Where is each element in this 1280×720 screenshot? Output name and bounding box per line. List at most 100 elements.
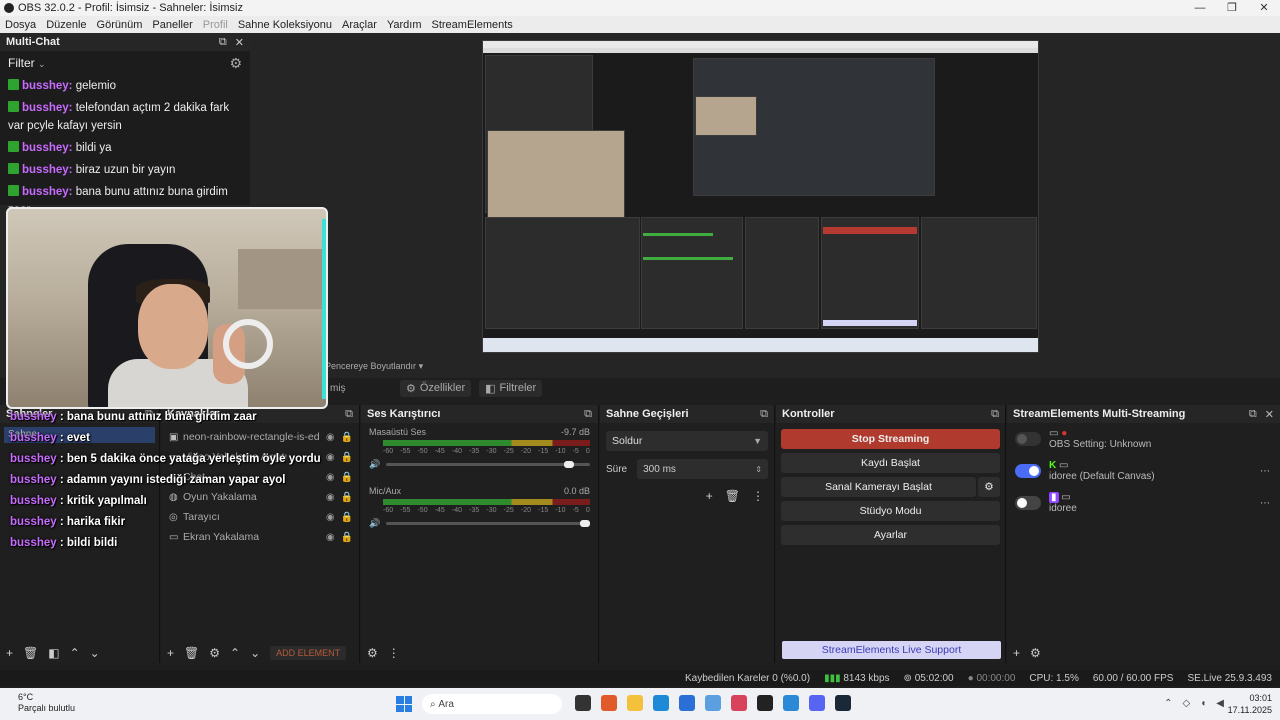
add-element-button[interactable]: ADD ELEMENT — [270, 646, 347, 660]
output-toggle[interactable] — [1015, 496, 1041, 510]
filter-dropdown[interactable]: Filter ⌄ — [8, 56, 46, 70]
transition-select[interactable]: Soldur ▼ — [606, 431, 768, 451]
lock-icon[interactable]: 🔒 — [341, 532, 353, 543]
move-down-icon[interactable]: ⌄ — [90, 646, 100, 660]
preview-canvas[interactable] — [482, 40, 1039, 353]
add-icon[interactable]: + — [6, 646, 13, 660]
more-icon[interactable]: ⋯ — [1260, 466, 1270, 477]
scale-dropdown[interactable]: Pencereye Boyutlandır ▾ — [325, 361, 423, 372]
gear-icon[interactable]: ⚙ — [209, 646, 220, 660]
output-toggle[interactable] — [1015, 432, 1041, 446]
filters-button[interactable]: ◧ Filtreler — [479, 379, 543, 397]
mixer-settings-icon[interactable]: ⚙ — [367, 646, 378, 660]
task-view-icon[interactable] — [575, 695, 591, 711]
lock-icon[interactable]: 🔒 — [341, 512, 353, 523]
add-transition-icon[interactable]: + — [706, 489, 713, 503]
gear-icon[interactable]: ⚙ — [229, 55, 242, 72]
network-icon[interactable]: ◇ — [1183, 698, 1191, 709]
properties-button[interactable]: ⚙ Özellikler — [400, 379, 472, 397]
menu-yardim[interactable]: Yardım — [382, 19, 427, 31]
edge-icon[interactable] — [653, 695, 669, 711]
minimize-button[interactable]: — — [1184, 0, 1216, 16]
menu-gorunum[interactable]: Görünüm — [92, 19, 148, 31]
se-output-row: ▭ ● OBS Setting: Unknown — [1007, 423, 1280, 455]
opera-icon[interactable] — [731, 695, 747, 711]
duration-input[interactable]: 300 ms ⇕ — [637, 459, 768, 479]
app-icon[interactable] — [783, 695, 799, 711]
menu-sahne-koleksiyonu[interactable]: Sahne Koleksiyonu — [233, 19, 337, 31]
settings-app-icon[interactable] — [705, 695, 721, 711]
volume-knob[interactable] — [563, 461, 574, 468]
stop-streaming-button[interactable]: Stop Streaming — [781, 429, 1000, 449]
app-icon[interactable] — [601, 695, 617, 711]
more-icon[interactable]: ⋮ — [388, 646, 400, 660]
speaker-icon[interactable]: 🔊 — [369, 459, 380, 470]
controls-title: Kontroller — [782, 408, 835, 420]
lock-icon[interactable]: 🔒 — [341, 472, 353, 483]
trash-icon[interactable]: 🗑 — [725, 489, 740, 503]
add-icon[interactable]: + — [1013, 646, 1020, 660]
weather-temp: 6°C — [18, 692, 34, 702]
clock[interactable]: 03:01 17.11.2025 — [1228, 692, 1272, 716]
undock-icon[interactable]: ⧉ — [345, 408, 353, 421]
menu-duzenle[interactable]: Düzenle — [41, 19, 91, 31]
undock-icon[interactable]: ⧉ — [584, 408, 592, 421]
webcam-source[interactable] — [6, 207, 328, 409]
volume-icon[interactable]: ◀ — [1216, 698, 1224, 709]
obs-taskbar-icon[interactable] — [757, 695, 773, 711]
volume-slider[interactable] — [386, 461, 590, 468]
undock-icon[interactable]: ⧉ — [219, 36, 227, 49]
volume-knob[interactable] — [580, 520, 590, 527]
close-icon[interactable]: ✕ — [1265, 408, 1274, 421]
start-virtual-camera-button[interactable]: Sanal Kamerayı Başlat — [781, 477, 976, 497]
steam-icon[interactable] — [835, 695, 851, 711]
stream-time: 05:02:00 — [914, 672, 954, 684]
trash-icon[interactable]: 🗑 — [23, 646, 38, 660]
menu-araclar[interactable]: Araçlar — [337, 19, 382, 31]
studio-mode-button[interactable]: Stüdyo Modu — [781, 501, 1000, 521]
weather-widget[interactable]: 6°C Parçalı bulutlu — [18, 692, 75, 714]
undock-icon[interactable]: ⧉ — [760, 408, 768, 421]
move-down-icon[interactable]: ⌄ — [250, 646, 260, 660]
maximize-button[interactable]: ❐ — [1216, 0, 1248, 16]
menu-dosya[interactable]: Dosya — [0, 19, 41, 31]
undock-icon[interactable]: ⧉ — [991, 408, 999, 421]
trash-icon[interactable]: 🗑 — [184, 646, 199, 660]
store-icon[interactable] — [679, 695, 695, 711]
mic-icon[interactable]: ◖ — [1200, 698, 1206, 709]
discord-icon[interactable] — [809, 695, 825, 711]
level-meter — [383, 440, 590, 446]
lock-icon[interactable]: 🔒 — [341, 432, 353, 443]
gear-icon[interactable]: ⚙ — [1030, 646, 1041, 660]
lock-icon[interactable]: 🔒 — [341, 492, 353, 503]
overlay-chat-line: busshey : bana bunu attınız buna girdim … — [10, 411, 257, 423]
close-window-button[interactable]: ✕ — [1248, 0, 1280, 16]
output-toggle[interactable] — [1015, 464, 1041, 478]
lock-icon[interactable]: 🔒 — [341, 452, 353, 463]
speaker-icon[interactable]: 🔊 — [369, 518, 380, 529]
menu-streamelements[interactable]: StreamElements — [427, 19, 518, 31]
taskbar-search[interactable]: ⌕ Ara — [422, 694, 562, 714]
filter-icon[interactable]: ◧ — [48, 646, 59, 660]
move-up-icon[interactable]: ⌃ — [230, 646, 240, 660]
more-icon[interactable]: ⋯ — [1260, 498, 1270, 509]
more-icon[interactable]: ⋮ — [752, 489, 764, 503]
move-up-icon[interactable]: ⌃ — [70, 646, 80, 660]
file-explorer-icon[interactable] — [627, 695, 643, 711]
se-version: SE.Live 25.9.3.493 — [1187, 672, 1272, 684]
menu-profil[interactable]: Profil — [198, 19, 233, 31]
start-recording-button[interactable]: Kaydı Başlat — [781, 453, 1000, 473]
settings-button[interactable]: Ayarlar — [781, 525, 1000, 545]
live-support-button[interactable]: StreamElements Live Support — [782, 641, 1001, 659]
close-icon[interactable]: ✕ — [235, 36, 244, 49]
menu-paneller[interactable]: Paneller — [147, 19, 197, 31]
monitor-icon: ▭ — [1061, 492, 1071, 503]
tray-chevron-icon[interactable]: ⌃ — [1164, 698, 1172, 709]
volume-slider[interactable] — [386, 520, 590, 527]
windows-start-icon[interactable] — [396, 696, 412, 712]
overlay-chat-line: busshey : harika fikir — [10, 516, 126, 528]
add-icon[interactable]: + — [167, 646, 174, 660]
undock-icon[interactable]: ⧉ — [1249, 408, 1257, 421]
weather-desc: Parçalı bulutlu — [18, 703, 76, 713]
gear-icon[interactable]: ⚙ — [978, 477, 1000, 497]
